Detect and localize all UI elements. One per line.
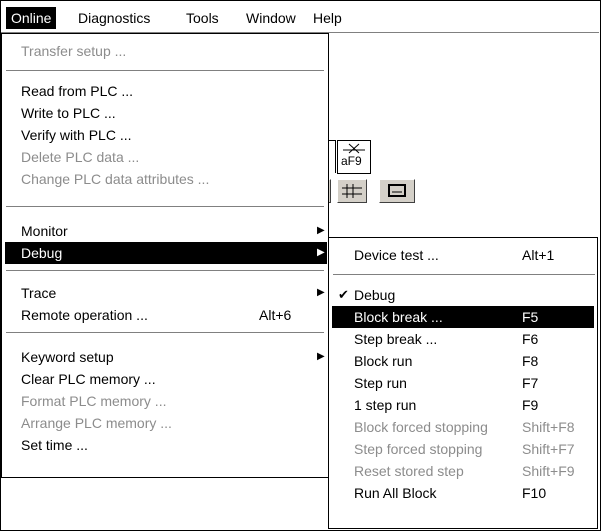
menu-separator xyxy=(6,70,324,72)
display-icon xyxy=(388,184,406,197)
toolbar-button-b[interactable] xyxy=(337,179,367,203)
shortcut-label: Shift+F8 xyxy=(522,419,575,435)
menu-item-format-plc-memory[interactable]: Format PLC memory ... xyxy=(5,390,323,412)
online-menu: Transfer setup ... Read from PLC ... Wri… xyxy=(1,33,329,478)
ladder-branch-icon xyxy=(342,184,362,198)
menu-item-block-forced-stopping[interactable]: Block forced stopping Shift+F8 xyxy=(332,416,594,438)
menu-item-read-from-plc[interactable]: Read from PLC ... xyxy=(5,80,323,102)
submenu-arrow-icon: ▶ xyxy=(317,225,325,236)
menu-item-debug[interactable]: Debug ▶ xyxy=(5,242,327,264)
menu-item-transfer-setup[interactable]: Transfer setup ... xyxy=(5,40,323,62)
menu-item-keyword-setup[interactable]: Keyword setup ▶ xyxy=(5,346,325,368)
menu-item-step-run[interactable]: Step run F7 xyxy=(332,372,594,394)
menu-item-verify-with-plc[interactable]: Verify with PLC ... xyxy=(5,124,323,146)
menu-online[interactable]: Online xyxy=(6,7,57,29)
menu-item-monitor[interactable]: Monitor ▶ xyxy=(5,220,325,242)
shortcut-label: Alt+1 xyxy=(522,247,555,263)
toolbar-label-2: aF9 xyxy=(341,154,362,168)
menu-item-step-break[interactable]: Step break ... F6 xyxy=(332,328,594,350)
menu-separator xyxy=(6,332,324,334)
shortcut-label: Shift+F7 xyxy=(522,441,575,457)
shortcut-label: F5 xyxy=(522,309,539,325)
menu-item-change-plc-data-attributes[interactable]: Change PLC data attributes ... xyxy=(5,168,323,190)
menu-item-arrange-plc-memory[interactable]: Arrange PLC memory ... xyxy=(5,412,323,434)
menu-help[interactable]: Help xyxy=(308,7,347,29)
menu-item-remote-operation[interactable]: Remote operation ... Alt+6 xyxy=(5,304,323,326)
submenu-arrow-icon: ▶ xyxy=(317,351,325,362)
menu-item-trace[interactable]: Trace ▶ xyxy=(5,282,325,304)
shortcut-label: F10 xyxy=(522,485,547,501)
shortcut-label: F9 xyxy=(522,397,539,413)
menu-item-block-break[interactable]: Block break ... F5 xyxy=(332,306,594,328)
menu-item-step-forced-stopping[interactable]: Step forced stopping Shift+F7 xyxy=(332,438,594,460)
submenu-arrow-icon: ▶ xyxy=(317,247,325,258)
menu-item-1-step-run[interactable]: 1 step run F9 xyxy=(332,394,594,416)
debug-submenu: Device test ... Alt+1 ✔ Debug Block break … xyxy=(328,237,598,529)
menu-window[interactable]: Window xyxy=(241,7,301,29)
shortcut-label: Shift+F9 xyxy=(522,463,575,479)
menu-diagnostics[interactable]: Diagnostics xyxy=(73,7,155,29)
menu-bar: Online Diagnostics Tools Window Help xyxy=(1,1,599,33)
menu-separator xyxy=(6,206,324,208)
submenu-arrow-icon: ▶ xyxy=(317,287,325,298)
menu-item-clear-plc-memory[interactable]: Clear PLC memory ... xyxy=(5,368,323,390)
shortcut-label: F7 xyxy=(522,375,539,391)
menu-item-set-time[interactable]: Set time ... xyxy=(5,434,323,456)
menu-item-run-all-block[interactable]: Run All Block F10 xyxy=(332,482,594,504)
toolbar-button-c[interactable] xyxy=(379,179,415,203)
menu-item-delete-plc-data[interactable]: Delete PLC data ... xyxy=(5,146,323,168)
shortcut-label: F6 xyxy=(522,331,539,347)
menu-item-debug-toggle[interactable]: ✔ Debug xyxy=(332,284,594,306)
check-icon: ✔ xyxy=(338,287,349,302)
menu-item-write-to-plc[interactable]: Write to PLC ... xyxy=(5,102,323,124)
shortcut-label: Alt+6 xyxy=(259,307,292,323)
menu-item-reset-stored-step[interactable]: Reset stored step Shift+F9 xyxy=(332,460,594,482)
menu-tools[interactable]: Tools xyxy=(181,7,224,29)
menu-item-device-test[interactable]: Device test ... Alt+1 xyxy=(332,244,594,266)
shortcut-label: F8 xyxy=(522,353,539,369)
menu-separator xyxy=(333,274,595,276)
menu-item-block-run[interactable]: Block run F8 xyxy=(332,350,594,372)
contact-icon xyxy=(343,143,365,154)
menu-separator xyxy=(6,270,324,272)
